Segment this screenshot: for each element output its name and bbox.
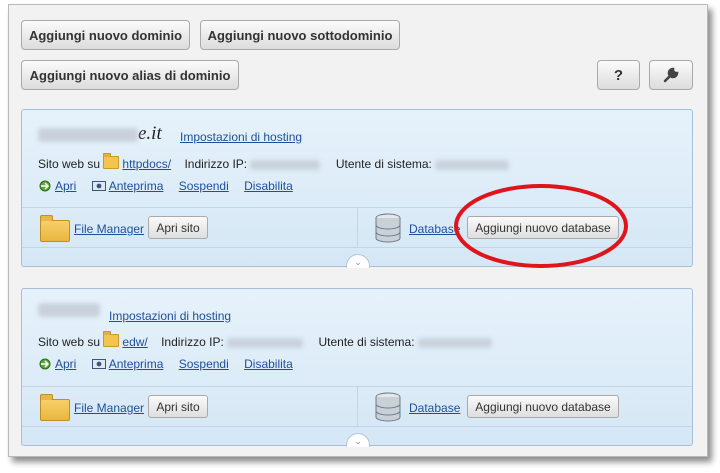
highlight-annotation bbox=[454, 184, 628, 268]
